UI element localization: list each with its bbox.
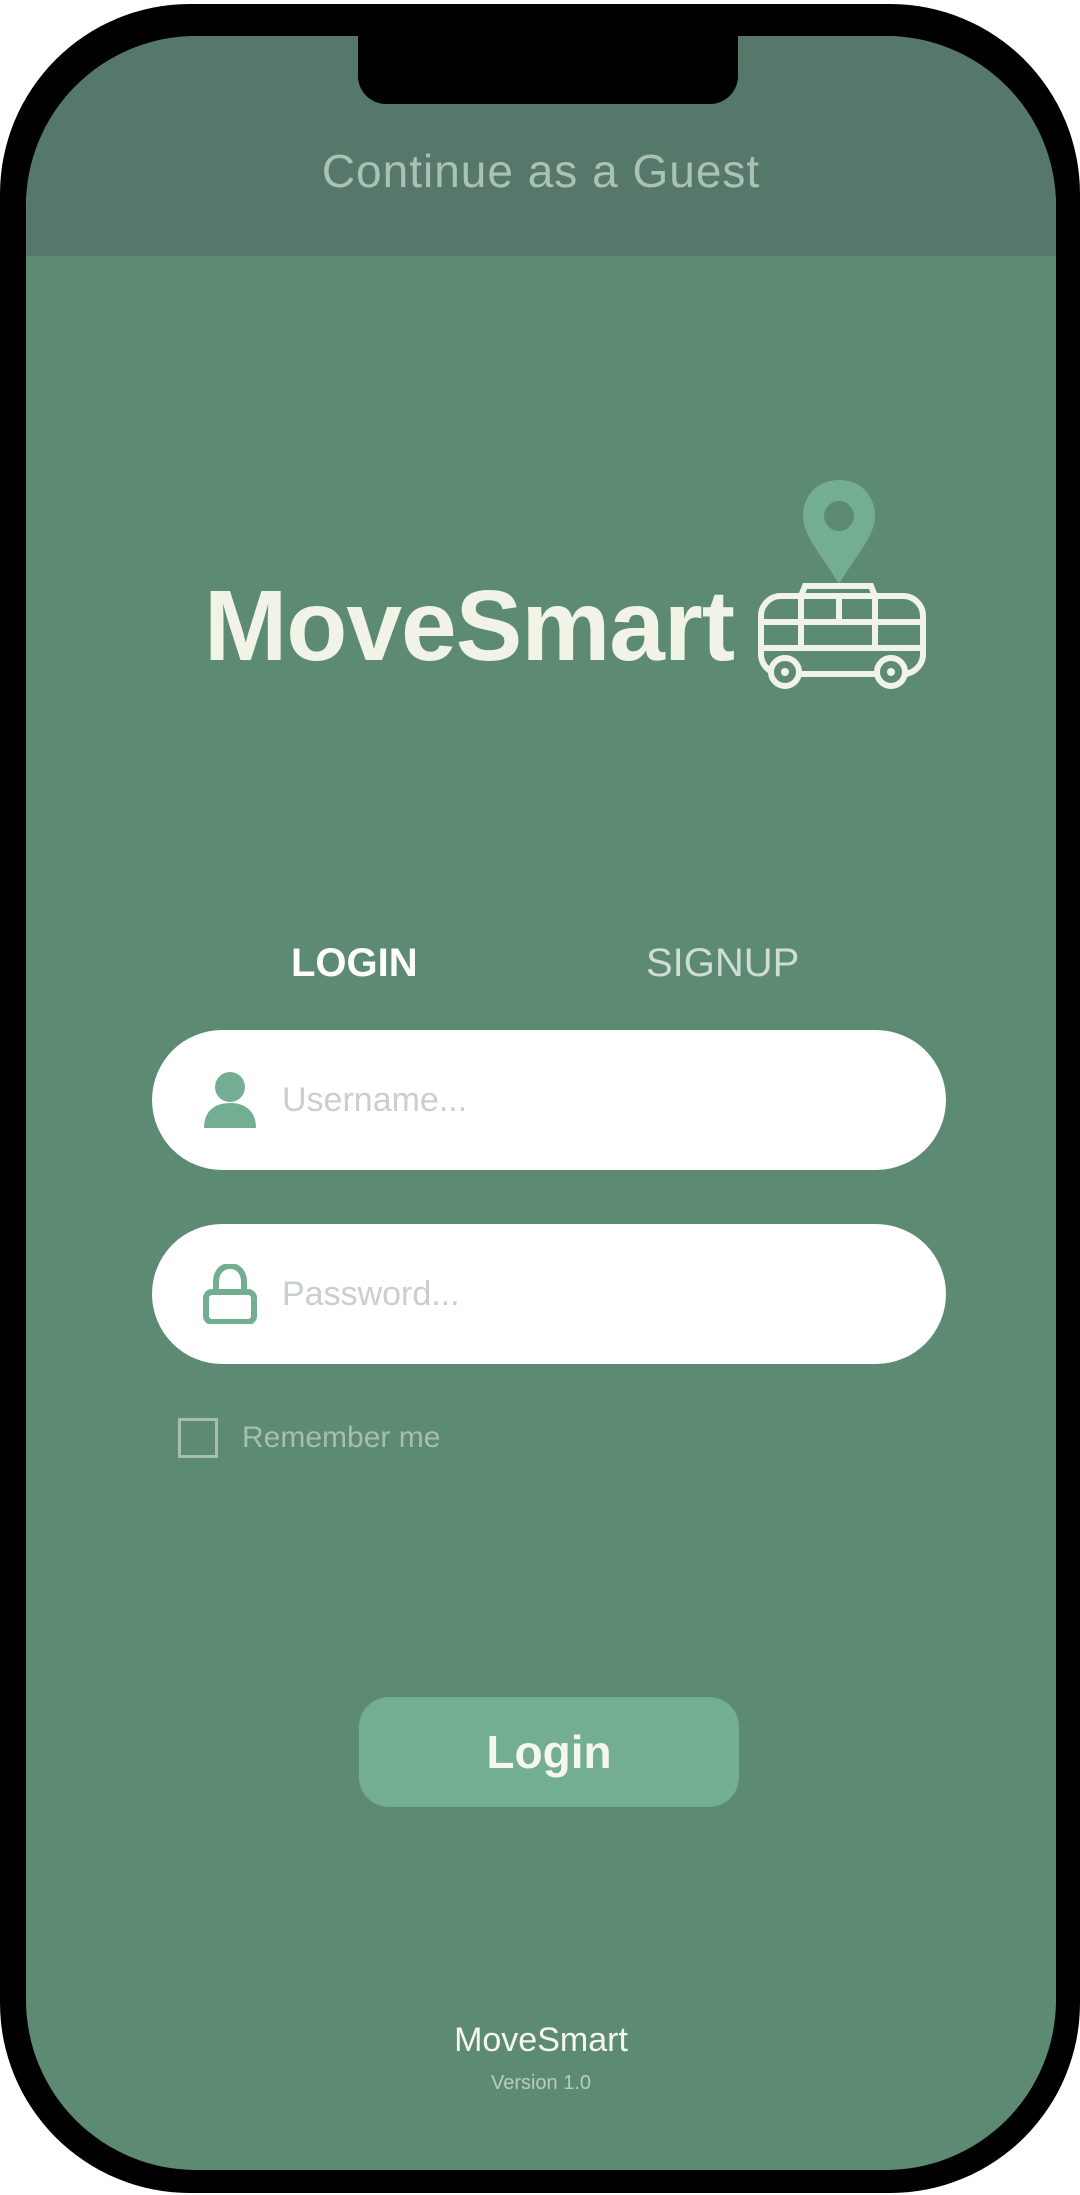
phone-frame: Continue as a Guest MoveSmart LOGIN SIGN… (0, 4, 1080, 2193)
logo-wordmark: MoveSmart (204, 570, 735, 682)
continue-as-guest-link[interactable]: Continue as a Guest (26, 144, 1056, 198)
camera-notch (358, 36, 738, 104)
remember-me-label: Remember me (242, 1421, 441, 1454)
app-logo: MoveSmart (176, 436, 956, 696)
password-field[interactable] (152, 1224, 946, 1364)
tab-signup[interactable]: SIGNUP (646, 941, 799, 986)
login-button[interactable]: Login (359, 1697, 739, 1807)
remember-me-checkbox[interactable] (178, 1418, 218, 1458)
auth-tabs: LOGIN SIGNUP (26, 941, 1056, 1001)
password-input[interactable] (282, 1254, 902, 1334)
lock-icon (203, 1264, 257, 1324)
username-input[interactable] (282, 1060, 902, 1140)
bus-location-icon (758, 480, 926, 689)
user-icon (204, 1072, 256, 1128)
tab-login[interactable]: LOGIN (291, 941, 418, 986)
username-field[interactable] (152, 1030, 946, 1170)
footer-version: Version 1.0 (490, 2072, 592, 2094)
app-screen: Continue as a Guest MoveSmart LOGIN SIGN… (26, 36, 1056, 2170)
footer-app-name: MoveSmart (454, 2021, 628, 2059)
